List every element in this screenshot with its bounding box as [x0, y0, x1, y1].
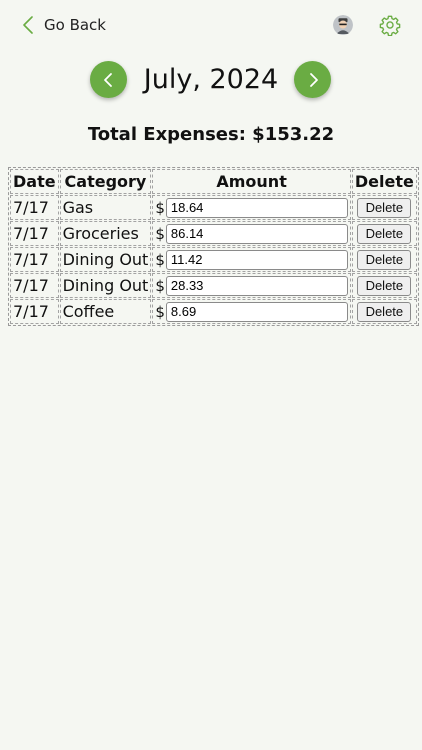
row-delete-cell: Delete [351, 247, 417, 272]
avatar-icon[interactable] [333, 15, 353, 35]
currency-symbol: $ [155, 224, 165, 243]
table-header-row: Date Category Amount Delete [10, 169, 417, 194]
total-expenses: Total Expenses: $153.22 [87, 124, 335, 145]
row-date: 7/17 [10, 299, 59, 324]
row-amount-cell: $ [152, 247, 351, 272]
amount-input[interactable] [165, 275, 348, 296]
row-amount-cell: $ [152, 195, 351, 220]
row-delete-cell: Delete [351, 273, 417, 298]
chevron-left-icon [23, 16, 33, 34]
row-amount-cell: $ [152, 299, 351, 324]
row-date: 7/17 [10, 195, 59, 220]
currency-symbol: $ [155, 250, 165, 269]
row-amount-cell: $ [152, 221, 351, 246]
delete-button[interactable]: Delete [357, 301, 412, 322]
go-back-button[interactable]: Go Back [22, 12, 106, 38]
table-row: 7/17 Coffee $ Delete [10, 299, 417, 324]
header-amount: Amount [152, 169, 351, 194]
delete-button[interactable]: Delete [357, 249, 412, 270]
row-delete-cell: Delete [351, 195, 417, 220]
chevron-left-icon [103, 72, 112, 87]
row-category: Dining Out [59, 273, 152, 298]
row-category: Gas [59, 195, 152, 220]
row-amount-cell: $ [152, 273, 351, 298]
currency-symbol: $ [155, 302, 165, 321]
row-date: 7/17 [10, 221, 59, 246]
chevron-right-icon [309, 72, 318, 87]
amount-input[interactable] [165, 301, 348, 322]
amount-input[interactable] [165, 223, 348, 244]
amount-input[interactable] [165, 197, 348, 218]
delete-button[interactable]: Delete [357, 275, 412, 296]
gear-icon[interactable] [379, 14, 401, 37]
amount-input[interactable] [165, 249, 348, 270]
top-bar: Go Back [0, 0, 422, 50]
go-back-label: Go Back [44, 16, 106, 34]
expenses-table: Date Category Amount Delete 7/17 Gas $ D… [8, 167, 419, 326]
row-date: 7/17 [10, 247, 59, 272]
header-date: Date [10, 169, 59, 194]
delete-button[interactable]: Delete [357, 197, 412, 218]
previous-month-button[interactable] [90, 61, 127, 98]
row-category: Coffee [59, 299, 152, 324]
table-row: 7/17 Groceries $ Delete [10, 221, 417, 246]
row-date: 7/17 [10, 273, 59, 298]
row-category: Groceries [59, 221, 152, 246]
month-title: July, 2024 [143, 64, 279, 95]
table-row: 7/17 Dining Out $ Delete [10, 273, 417, 298]
currency-symbol: $ [155, 276, 165, 295]
header-delete: Delete [351, 169, 417, 194]
row-category: Dining Out [59, 247, 152, 272]
row-delete-cell: Delete [351, 299, 417, 324]
currency-symbol: $ [155, 198, 165, 217]
table-row: 7/17 Gas $ Delete [10, 195, 417, 220]
header-category: Category [59, 169, 152, 194]
next-month-button[interactable] [294, 61, 331, 98]
table-row: 7/17 Dining Out $ Delete [10, 247, 417, 272]
delete-button[interactable]: Delete [357, 223, 412, 244]
row-delete-cell: Delete [351, 221, 417, 246]
